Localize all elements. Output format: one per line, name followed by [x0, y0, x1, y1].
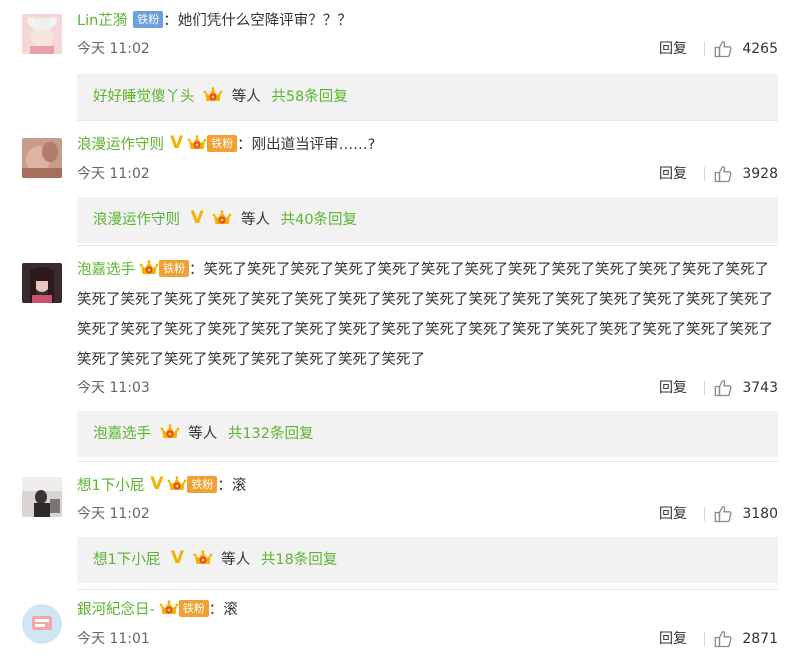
username[interactable]: 浪漫运作守则: [77, 137, 164, 153]
verified-icon: V: [190, 208, 204, 228]
sub-reply-deng: 等人: [241, 212, 270, 228]
separator: [704, 381, 705, 395]
verified-icon: V: [170, 133, 184, 153]
comment-5: 銀河紀念日- 铁粉 ：滚 今天 11:01 回复 2871: [0, 590, 800, 661]
avatar[interactable]: [22, 604, 62, 644]
sub-reply-deng: 等人: [221, 552, 251, 568]
sub-reply-deng: 等人: [188, 426, 218, 442]
sub-replies[interactable]: 想1下小屁 V 等人 共18条回复: [77, 537, 778, 583]
avatar[interactable]: [22, 138, 62, 178]
username[interactable]: 想1下小屁: [77, 478, 144, 494]
separator: [704, 167, 705, 181]
colon: ：: [189, 262, 204, 278]
fan-badge: 铁粉: [187, 475, 218, 493]
avatar[interactable]: [22, 263, 62, 303]
timestamp: 今天 11:02: [77, 506, 150, 522]
thumb-up-icon[interactable]: [713, 39, 733, 59]
separator: [704, 42, 705, 56]
like-count: 2871: [742, 631, 778, 647]
sub-reply-deng: 等人: [231, 89, 261, 105]
reply-button[interactable]: 回复: [659, 503, 687, 525]
timestamp: 今天 11:03: [77, 380, 150, 396]
like-count: 3180: [742, 506, 778, 522]
crown-badge-icon: [193, 549, 213, 567]
comment-3: 泡嘉选手 铁粉 ：笑死了笑死了笑死了笑死了笑死了笑死了笑死了笑死了笑死了笑死了笑死了…: [0, 246, 800, 462]
comment-text: 笑死了笑死了笑死了笑死了笑死了笑死了笑死了笑死了笑死了笑死了笑死了笑死了笑死了笑…: [77, 262, 773, 368]
crown-badge-icon: [212, 209, 232, 227]
reply-button[interactable]: 回复: [659, 628, 687, 650]
separator: [704, 632, 705, 646]
sub-reply-user[interactable]: 好好睡觉傻丫头: [93, 89, 195, 105]
thumb-up-icon[interactable]: [713, 504, 733, 524]
sub-replies[interactable]: 浪漫运作守则 V 等人 共40条回复: [77, 197, 778, 243]
reply-button[interactable]: 回复: [659, 38, 687, 60]
thumb-up-icon[interactable]: [713, 164, 733, 184]
crown-badge-icon: [159, 599, 179, 617]
sub-replies[interactable]: 好好睡觉傻丫头 等人 共58条回复: [77, 74, 778, 120]
sub-reply-user[interactable]: 泡嘉选手: [93, 426, 151, 442]
fan-badge: 铁粉: [133, 10, 164, 28]
reply-button[interactable]: 回复: [659, 163, 687, 185]
comment-text: 滚: [223, 602, 238, 618]
comment-text: 刚出道当评审……?: [251, 137, 376, 153]
username[interactable]: 銀河紀念日-: [77, 602, 155, 618]
reply-button[interactable]: 回复: [659, 377, 687, 399]
timestamp: 今天 11:02: [77, 41, 150, 57]
verified-icon: V: [170, 548, 185, 568]
sub-reply-total[interactable]: 共58条回复: [271, 89, 347, 105]
separator: [704, 507, 705, 521]
sub-reply-user[interactable]: 想1下小屁: [93, 552, 160, 568]
like-count: 4265: [742, 41, 778, 57]
colon: ：: [217, 478, 232, 494]
crown-badge-icon: [167, 475, 187, 493]
colon: ：: [237, 137, 252, 153]
sub-reply-total[interactable]: 共18条回复: [261, 552, 337, 568]
colon: ：: [208, 602, 224, 618]
verified-icon: V: [150, 474, 164, 494]
comment-text: 她们凭什么空降评审？？？: [177, 13, 352, 29]
like-count: 3928: [742, 166, 778, 182]
username[interactable]: Lin芷漪: [77, 13, 127, 29]
thumb-up-icon[interactable]: [713, 629, 733, 649]
sub-reply-user[interactable]: 浪漫运作守则: [93, 212, 180, 228]
timestamp: 今天 11:02: [77, 166, 150, 182]
thumb-up-icon[interactable]: [713, 378, 733, 398]
fan-badge: 铁粉: [159, 259, 189, 277]
avatar[interactable]: [22, 14, 62, 54]
comment-1: Lin芷漪 铁粉 ：她们凭什么空降评审？？？ 今天 11:02 回复 4265 好好…: [0, 0, 800, 121]
crown-badge-icon: [139, 259, 159, 277]
sub-reply-total[interactable]: 共40条回复: [281, 212, 357, 228]
fan-badge: 铁粉: [178, 599, 209, 617]
colon: ：: [163, 13, 178, 29]
username[interactable]: 泡嘉选手: [77, 262, 135, 278]
comment-text: 滚: [231, 478, 247, 494]
crown-badge-icon: [187, 134, 207, 152]
timestamp: 今天 11:01: [77, 631, 150, 647]
sub-reply-total[interactable]: 共132条回复: [228, 426, 314, 442]
fan-badge: 铁粉: [207, 134, 238, 152]
avatar[interactable]: [22, 477, 62, 517]
crown-badge-icon: [160, 423, 180, 441]
sub-replies[interactable]: 泡嘉选手 等人 共132条回复: [77, 411, 778, 457]
crown-badge-icon: [203, 86, 223, 104]
comment-4: 想1下小屁 V 铁粉 ：滚 今天 11:02 回复 3180 想1下小屁 V 等人 共…: [0, 462, 800, 590]
comment-2: 浪漫运作守则 V 铁粉 ：刚出道当评审……? 今天 11:02 回复 3928 浪漫运…: [0, 121, 800, 246]
like-count: 3743: [742, 380, 778, 396]
